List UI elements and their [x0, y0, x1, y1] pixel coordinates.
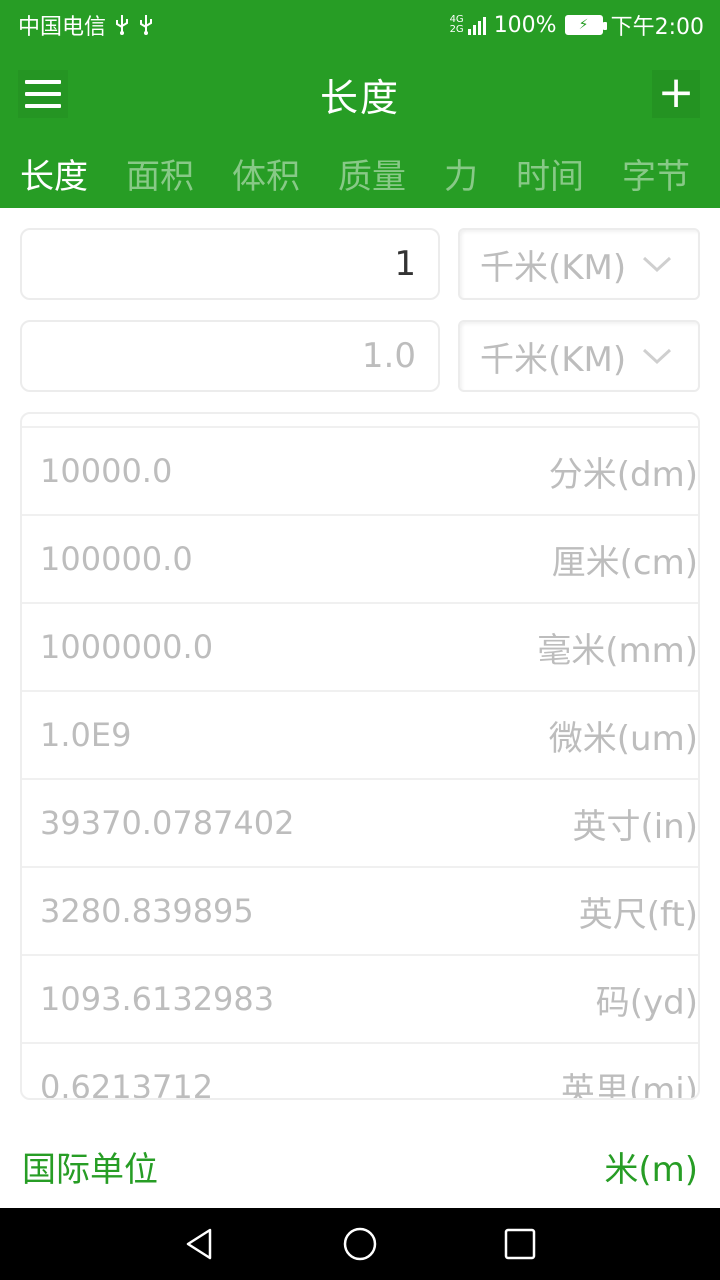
si-unit-value: 米(m) — [604, 1149, 698, 1190]
result-unit: 微米(um) — [548, 718, 698, 759]
tab-time[interactable]: 时间 — [516, 149, 584, 198]
status-bar: 中国电信 4G 2G 100% ⚡ 下午2:00 — [0, 0, 720, 50]
list-item: 39370.0787402 英寸(in) — [22, 778, 698, 866]
hamburger-menu-icon[interactable] — [18, 70, 68, 118]
home-icon[interactable] — [342, 1226, 378, 1262]
result-value: 1000000.0 — [40, 628, 214, 666]
carrier-label: 中国电信 — [18, 15, 107, 40]
input-unit-select[interactable]: 千米(KM) — [458, 228, 700, 300]
clock: 下午2:00 — [610, 15, 704, 40]
page-title: 长度 — [319, 75, 400, 120]
status-left: 中国电信 — [18, 9, 154, 41]
signal-icon: 4G 2G — [450, 15, 486, 35]
list-item: 3280.839895 英尺(ft) — [22, 866, 698, 954]
back-icon[interactable] — [182, 1226, 218, 1262]
result-unit: 英寸(in) — [572, 806, 698, 847]
list-item: 1093.6132983 码(yd) — [22, 954, 698, 1042]
chevron-down-icon — [640, 339, 674, 373]
output-unit-select[interactable]: 千米(KM) — [458, 320, 700, 392]
network-type-bottom: 2G — [449, 24, 464, 35]
result-unit: 毫米(mm) — [537, 630, 698, 671]
system-nav-bar — [0, 1208, 720, 1280]
category-tabs: 长度 面积 体积 质量 力 时间 字节 — [0, 138, 720, 208]
plus-icon[interactable]: + — [652, 70, 700, 118]
result-value: 1.0E9 — [40, 716, 132, 754]
app-bar: 长度 + — [0, 50, 720, 138]
tab-mass[interactable]: 质量 — [338, 149, 406, 198]
result-value: 39370.0787402 — [40, 804, 295, 842]
tab-force[interactable]: 力 — [444, 149, 478, 198]
tab-area[interactable]: 面积 — [126, 149, 194, 198]
status-right: 4G 2G 100% ⚡ 下午2:00 — [450, 9, 704, 41]
si-unit-label: 国际单位 — [22, 1149, 158, 1190]
battery-icon: ⚡ — [564, 15, 607, 35]
result-unit: 码(yd) — [595, 982, 698, 1023]
tab-bytes[interactable]: 字节 — [622, 149, 690, 198]
result-value: 3280.839895 — [40, 892, 254, 930]
tab-length[interactable]: 长度 — [20, 149, 88, 198]
recent-apps-icon[interactable] — [502, 1226, 538, 1262]
list-item: 0.6213712 英里(mi) — [22, 1042, 698, 1100]
usb-debug-icon — [138, 14, 154, 36]
result-value: 100000.0 — [40, 540, 193, 578]
usb-icon — [114, 14, 130, 36]
list-item: 1000000.0 毫米(mm) — [22, 602, 698, 690]
result-value: 0.6213712 — [40, 1068, 214, 1100]
si-unit-footer: 国际单位 米(m) — [0, 1128, 720, 1204]
conversion-results-list[interactable]: 10000.0 分米(dm) 100000.0 厘米(cm) 1000000.0… — [20, 412, 700, 1100]
chevron-down-icon — [640, 247, 674, 281]
tab-volume[interactable]: 体积 — [232, 149, 300, 198]
output-value-field[interactable]: 1.0 — [20, 320, 440, 392]
result-unit: 分米(dm) — [548, 454, 698, 495]
result-unit: 英尺(ft) — [578, 894, 698, 935]
list-item: 10000.0 分米(dm) — [22, 426, 698, 514]
battery-percent: 100% — [493, 12, 557, 38]
result-unit: 厘米(cm) — [551, 542, 698, 583]
input-value-field[interactable]: 1 — [20, 228, 440, 300]
output-unit-label: 千米(KM) — [480, 339, 627, 380]
result-unit: 英里(mi) — [560, 1070, 698, 1100]
result-value: 10000.0 — [40, 452, 173, 490]
list-item: 100000.0 厘米(cm) — [22, 514, 698, 602]
list-item: 1.0E9 微米(um) — [22, 690, 698, 778]
result-value: 1093.6132983 — [40, 980, 275, 1018]
input-unit-label: 千米(KM) — [480, 247, 627, 288]
